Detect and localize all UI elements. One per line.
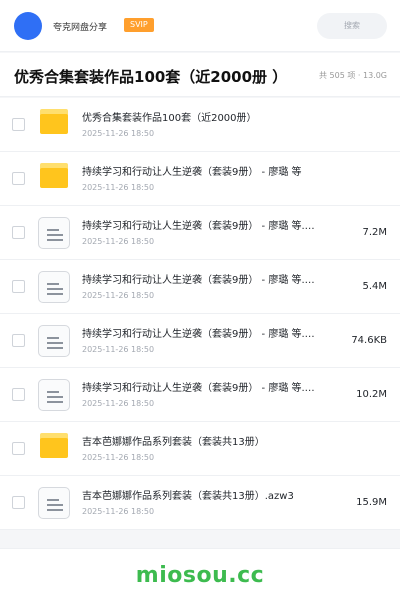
item-name: 持续学习和行动让人生逆袭（套装9册） - 廖璐 等.… <box>82 329 315 340</box>
select-checkbox[interactable] <box>12 442 25 455</box>
share-header: 夸克网盘分享 SVIP 搜索 <box>0 0 400 52</box>
item-size: 5.4M <box>362 281 387 292</box>
item-count-summary: 共 505 项 · 13.0G <box>319 71 387 80</box>
list-item[interactable]: 持续学习和行动让人生逆袭（套装9册） - 廖璐 等.… 2025-11-26 18… <box>0 260 400 314</box>
select-checkbox[interactable] <box>12 118 25 131</box>
list-item[interactable]: 持续学习和行动让人生逆袭（套装9册） - 廖璐 等 2025-11-26 18:5… <box>0 152 400 206</box>
item-date: 2025-11-26 18:50 <box>82 399 155 408</box>
item-date: 2025-11-26 18:50 <box>82 237 155 246</box>
item-date: 2025-11-26 18:50 <box>82 183 155 192</box>
item-name: 持续学习和行动让人生逆袭（套装9册） - 廖璐 等.… <box>82 275 315 286</box>
item-size: 74.6KB <box>351 335 387 346</box>
document-icon <box>38 217 70 249</box>
item-date: 2025-11-26 18:50 <box>82 345 155 354</box>
svip-badge: SVIP <box>124 18 154 32</box>
list-item[interactable]: 优秀合集套装作品100套（近2000册） 2025-11-26 18:50 <box>0 98 400 152</box>
item-date: 2025-11-26 18:50 <box>82 453 155 462</box>
document-icon <box>38 325 70 357</box>
folder-icon <box>40 109 68 134</box>
item-size: 15.9M <box>356 497 387 508</box>
title-bar: 优秀合集套装作品100套（近2000册 ） 共 505 项 · 13.0G <box>0 53 400 97</box>
item-name: 吉本芭娜娜作品系列套装（套装共13册） <box>82 437 265 448</box>
item-name: 持续学习和行动让人生逆袭（套装9册） - 廖璐 等.… <box>82 221 315 232</box>
item-date: 2025-11-26 18:50 <box>82 291 155 300</box>
select-checkbox[interactable] <box>12 280 25 293</box>
item-size: 7.2M <box>362 227 387 238</box>
select-checkbox[interactable] <box>12 388 25 401</box>
select-checkbox[interactable] <box>12 226 25 239</box>
page-title: 优秀合集套装作品100套（近2000册 ） <box>14 68 288 86</box>
file-list: 优秀合集套装作品100套（近2000册） 2025-11-26 18:50 持续学习… <box>0 98 400 530</box>
list-item[interactable]: 吉本芭娜娜作品系列套装（套装共13册） 2025-11-26 18:50 <box>0 422 400 476</box>
item-name: 持续学习和行动让人生逆袭（套装9册） - 廖璐 等 <box>82 167 302 178</box>
item-name: 优秀合集套装作品100套（近2000册） <box>82 113 257 124</box>
list-item[interactable]: 吉本芭娜娜作品系列套装（套装共13册）.azw3 2025-11-26 18:50… <box>0 476 400 530</box>
document-icon <box>38 379 70 411</box>
document-icon <box>38 487 70 519</box>
select-checkbox[interactable] <box>12 334 25 347</box>
site-watermark: miosou.cc <box>135 563 265 588</box>
search-input[interactable]: 搜索 <box>317 13 387 39</box>
item-name: 持续学习和行动让人生逆袭（套装9册） - 廖璐 等.… <box>82 383 315 394</box>
item-name: 吉本芭娜娜作品系列套装（套装共13册）.azw3 <box>82 491 294 502</box>
folder-icon <box>40 163 68 188</box>
item-date: 2025-11-26 18:50 <box>82 129 155 138</box>
select-checkbox[interactable] <box>12 496 25 509</box>
item-size: 10.2M <box>356 389 387 400</box>
folder-icon <box>40 433 68 458</box>
document-icon <box>38 271 70 303</box>
list-item[interactable]: 持续学习和行动让人生逆袭（套装9册） - 廖璐 等.… 2025-11-26 18… <box>0 368 400 422</box>
select-checkbox[interactable] <box>12 172 25 185</box>
share-name: 夸克网盘分享 <box>53 23 108 33</box>
footer: miosou.cc <box>0 548 400 600</box>
avatar[interactable] <box>14 12 42 40</box>
item-date: 2025-11-26 18:50 <box>82 507 155 516</box>
list-item[interactable]: 持续学习和行动让人生逆袭（套装9册） - 廖璐 等.… 2025-11-26 18… <box>0 314 400 368</box>
list-item[interactable]: 持续学习和行动让人生逆袭（套装9册） - 廖璐 等.… 2025-11-26 18… <box>0 206 400 260</box>
